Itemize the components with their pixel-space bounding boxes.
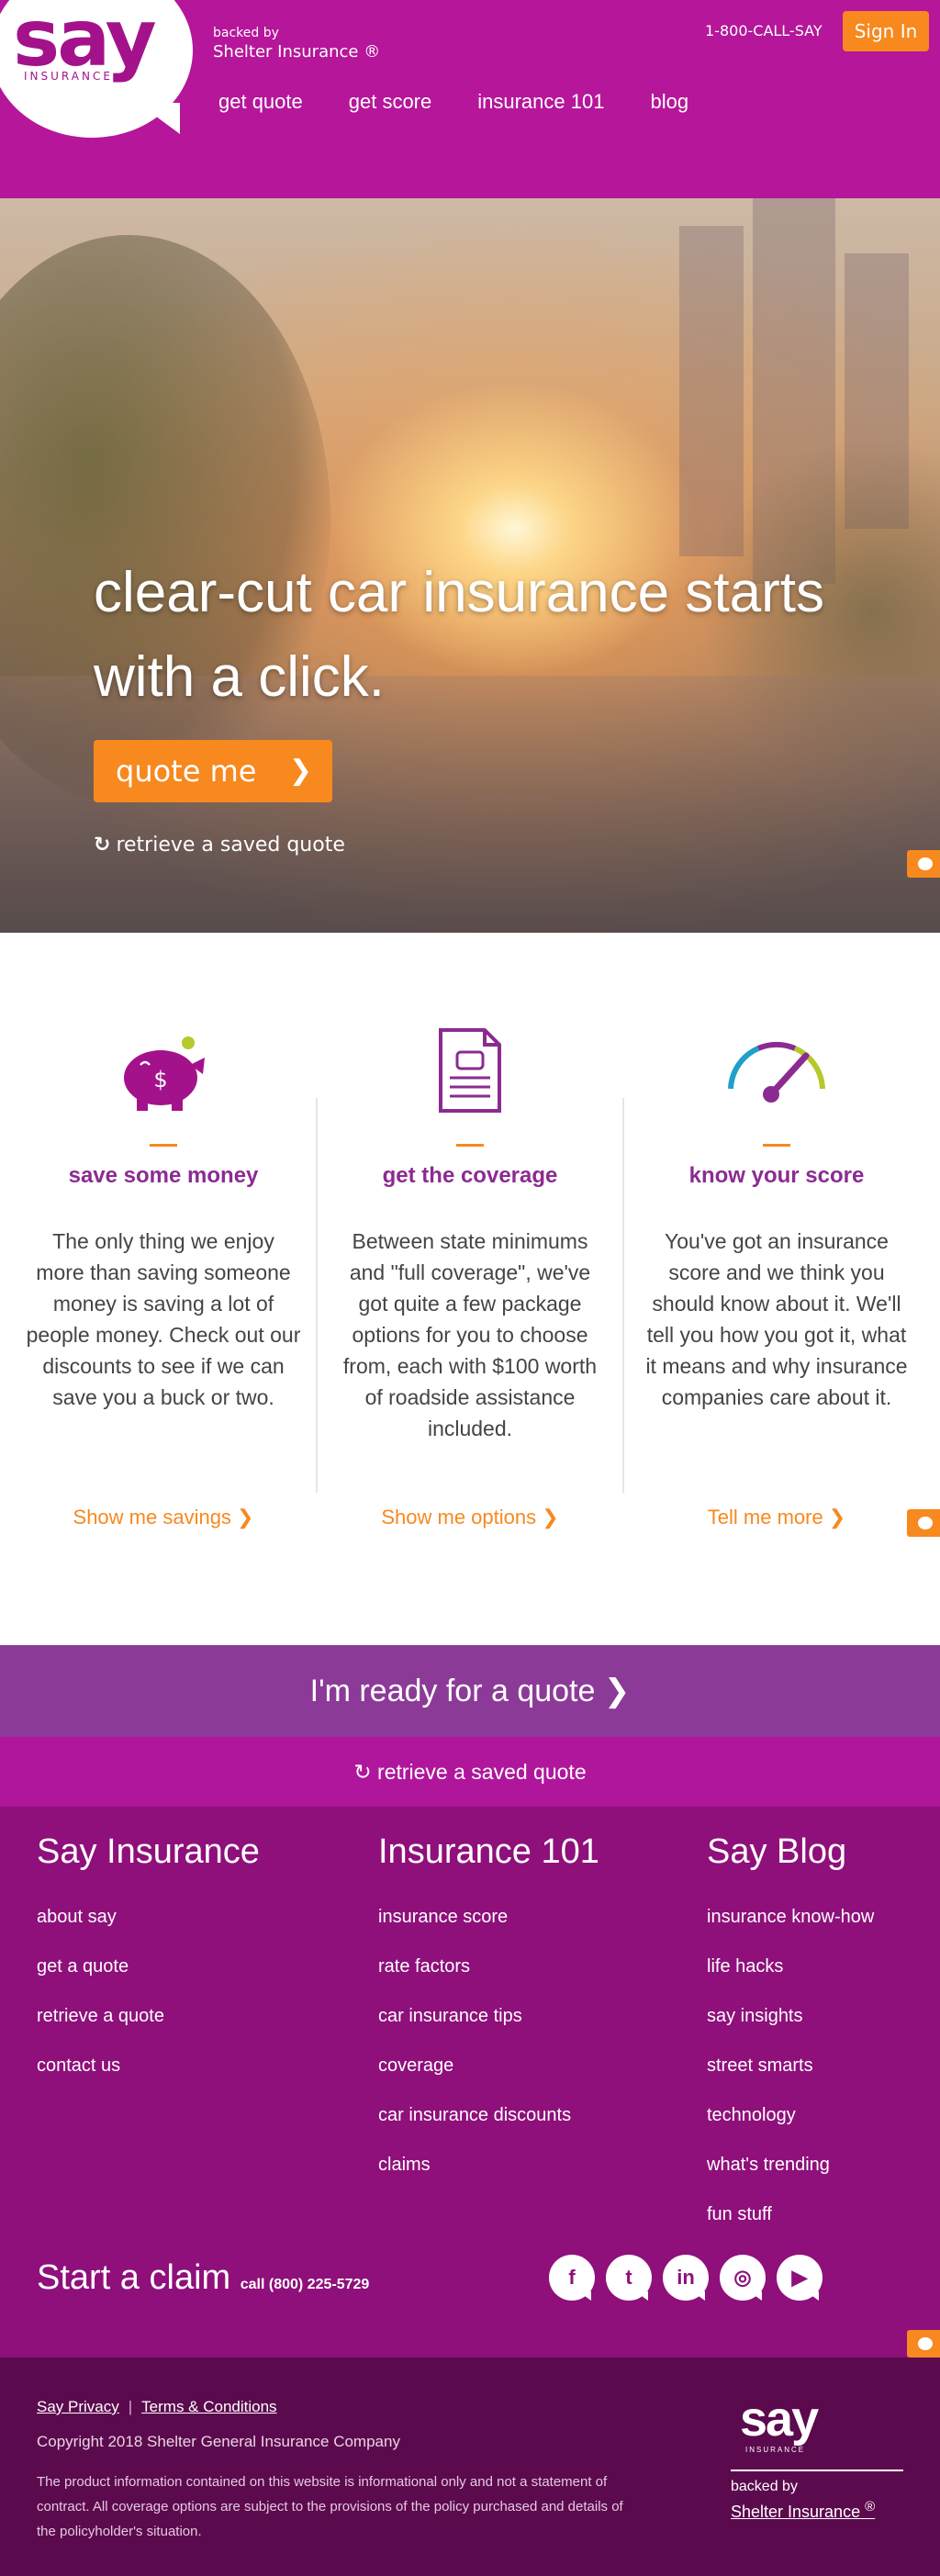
social-links: f t in ◎ ▶ (549, 2255, 822, 2301)
facebook-icon[interactable]: f (549, 2255, 595, 2301)
claim-phone-link[interactable]: call (800) 225-5729 (241, 2277, 370, 2292)
twitter-icon[interactable]: t (606, 2255, 652, 2301)
ready-for-quote-button[interactable]: I'm ready for a quote ❯ (0, 1645, 940, 1737)
retrieve-label: retrieve a saved quote (377, 1760, 587, 1784)
feature-body: You've got an insurance score and we thi… (645, 1229, 908, 1409)
backed-by-label: backed by (213, 26, 279, 40)
footer-link[interactable]: say insights (707, 1991, 874, 2041)
footer-link[interactable]: car insurance discounts (378, 2090, 599, 2140)
features-section: $ save some money The only thing we enjo… (0, 933, 940, 1645)
footer-link[interactable]: get a quote (37, 1942, 260, 1991)
footer-link[interactable]: life hacks (707, 1942, 874, 1991)
piggy-bank-icon: $ (26, 1025, 301, 1116)
legal-links: Say Privacy | Terms & Conditions (37, 2398, 277, 2416)
footer-link[interactable]: retrieve a quote (37, 1991, 260, 2041)
footer-col-say-blog: Say Blog insurance know-how life hacks s… (707, 1832, 874, 2239)
refresh-icon: ↻ (94, 834, 111, 857)
feature-column-divider (316, 1098, 318, 1493)
feature-body: The only thing we enjoy more than saving… (26, 1229, 301, 1409)
feature-score: know your score You've got an insurance … (639, 1025, 914, 1529)
footer-link[interactable]: technology (707, 2090, 874, 2140)
svg-text:$: $ (153, 1067, 167, 1092)
chat-tab[interactable] (907, 850, 940, 878)
nav-insurance-101[interactable]: insurance 101 (477, 90, 604, 114)
footer-link[interactable]: car insurance tips (378, 1991, 599, 2041)
terms-link[interactable]: Terms & Conditions (141, 2398, 276, 2415)
backer-name: Shelter Insurance ® (213, 42, 381, 62)
footer-heading: Say Blog (707, 1832, 847, 1871)
site-header: say INSURANCE backed by Shelter Insuranc… (0, 0, 940, 198)
quote-me-label: quote me (116, 754, 257, 789)
chat-icon (918, 2337, 933, 2350)
footer-link[interactable]: street smarts (707, 2041, 874, 2090)
feature-divider-dash (150, 1144, 177, 1147)
footer-backer-link[interactable]: Shelter Insurance ® (731, 2499, 875, 2522)
feature-divider-dash (456, 1144, 484, 1147)
hero: clear-cut car insurance starts with a cl… (0, 198, 940, 933)
main-nav: get quote get score insurance 101 blog (218, 90, 734, 114)
feature-title: save some money (68, 1163, 259, 1188)
chat-tab[interactable] (907, 1509, 940, 1537)
feature-coverage: get the coverage Between state minimums … (332, 1025, 608, 1529)
footer-link[interactable]: claims (378, 2140, 599, 2190)
linkedin-icon[interactable]: in (663, 2255, 709, 2301)
feature-divider-dash (763, 1144, 790, 1147)
privacy-link[interactable]: Say Privacy (37, 2398, 119, 2415)
footer-link[interactable]: about say (37, 1892, 260, 1942)
footer-backer-name: Shelter Insurance (731, 2503, 861, 2521)
footer-heading: Insurance 101 (378, 1832, 599, 1871)
footer-logo-subtitle: INSURANCE (745, 2446, 806, 2454)
footer-link[interactable]: insurance know-how (707, 1892, 874, 1942)
speedometer-icon (639, 1025, 914, 1116)
footer-link[interactable]: rate factors (378, 1942, 599, 1991)
footer-col-say-insurance: Say Insurance about say get a quote retr… (37, 1832, 260, 2090)
disclaimer: The product information contained on thi… (37, 2474, 623, 2539)
nav-get-quote[interactable]: get quote (218, 90, 303, 114)
claim-heading: Start a claim (37, 2258, 231, 2297)
feature-save-money: $ save some money The only thing we enjo… (26, 1025, 301, 1529)
show-me-options-link[interactable]: Show me options ❯ (332, 1506, 608, 1529)
logo-bubble-tail (138, 103, 180, 134)
copyright: Copyright 2018 Shelter General Insurance… (37, 2433, 400, 2450)
footer-link[interactable]: contact us (37, 2041, 260, 2090)
phone-link[interactable]: 1-800-CALL-SAY (705, 22, 822, 39)
nav-get-score[interactable]: get score (349, 90, 432, 114)
feature-body: Between state minimums and "full coverag… (342, 1229, 598, 1440)
footer-link[interactable]: insurance score (378, 1892, 599, 1942)
link-separator: | (128, 2398, 133, 2415)
youtube-icon[interactable]: ▶ (777, 2255, 822, 2301)
footer-logo: say (740, 2391, 819, 2447)
retrieve-saved-quote-link[interactable]: ↻ retrieve a saved quote (94, 834, 345, 857)
footer-logo-divider (731, 2470, 903, 2471)
feature-title: get the coverage (382, 1163, 558, 1188)
refresh-icon: ↻ (353, 1760, 378, 1784)
quote-me-button[interactable]: quote me ❯ (94, 740, 332, 802)
show-me-savings-link[interactable]: Show me savings ❯ (26, 1506, 301, 1529)
chat-icon (918, 857, 933, 870)
document-car-icon (332, 1025, 608, 1116)
retrieve-saved-quote-bar[interactable]: ↻ retrieve a saved quote (0, 1737, 940, 1807)
instagram-icon[interactable]: ◎ (720, 2255, 766, 2301)
retrieve-label: retrieve a saved quote (116, 834, 345, 857)
feature-column-divider (622, 1098, 624, 1493)
nav-blog[interactable]: blog (650, 90, 688, 114)
footer: Say Insurance about say get a quote retr… (0, 1807, 940, 2358)
footer-link[interactable]: coverage (378, 2041, 599, 2090)
tell-me-more-link[interactable]: Tell me more ❯ (639, 1506, 914, 1529)
hero-headline: clear-cut car insurance starts with a cl… (94, 561, 824, 709)
legal-footer: Say Privacy | Terms & Conditions Copyright… (0, 2358, 940, 2576)
start-a-claim: Start a claim call (800) 225-5729 (37, 2258, 369, 2298)
registered-mark: ® (865, 2499, 876, 2514)
footer-link[interactable]: fun stuff (707, 2190, 874, 2239)
chevron-right-icon: ❯ (288, 755, 312, 787)
chat-icon (918, 1517, 933, 1529)
logo-subtitle: INSURANCE (24, 70, 113, 83)
footer-backed-by: backed by (731, 2479, 798, 2494)
sign-in-button[interactable]: Sign In (843, 11, 929, 51)
footer-link[interactable]: what's trending (707, 2140, 874, 2190)
chat-tab[interactable] (907, 2330, 940, 2358)
feature-title: know your score (688, 1163, 865, 1188)
footer-heading: Say Insurance (37, 1832, 260, 1871)
footer-col-insurance-101: Insurance 101 insurance score rate facto… (378, 1832, 599, 2190)
